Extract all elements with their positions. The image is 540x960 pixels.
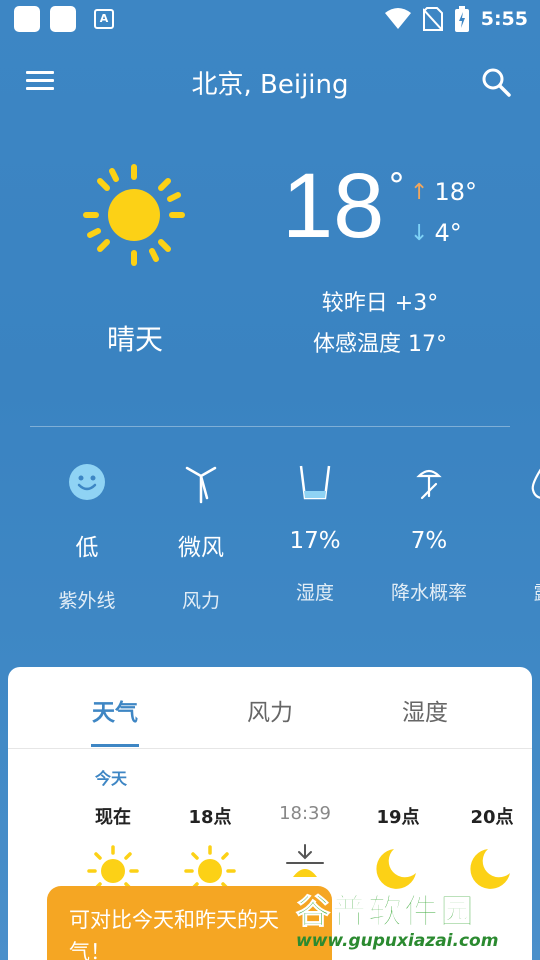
tab-bar: 天气 风力 湿度 [8,667,532,749]
metric-wind: 微风 风力 [144,458,258,613]
status-system: 5:55 [384,6,528,32]
tab-indicator [91,744,139,747]
tab-weather[interactable]: 天气 [45,693,185,727]
tab-humidity[interactable]: 湿度 [355,693,495,727]
watermark-logo: 谷普软件园 www.gupuxiazai.com [296,884,538,954]
metric-uv: 低 紫外线 [30,458,144,613]
metric-humidity: 17% 湿度 [258,458,372,605]
notification-icon [50,6,76,32]
sunset-time-label: 18:39 [279,803,331,824]
hour-label: 现在 [95,807,131,828]
arrow-down-icon: ↓ [410,220,429,246]
water-glass-icon [299,465,331,500]
droplet-icon [531,468,540,499]
hour-label: 18点 [188,807,232,828]
high-temperature: ↑ 18° [410,178,477,206]
no-sim-icon [422,7,443,31]
status-bar: A 5:55 [0,0,540,38]
sun-icon [83,164,185,266]
umbrella-icon [416,469,442,500]
tip-toast[interactable]: 可对比今天和昨天的天气！ [47,886,332,960]
status-notifications: A [14,6,114,32]
wind-turbine-icon [185,466,217,504]
divider [30,426,510,427]
today-label: 今天 [95,769,128,788]
watermark-url: www.gupuxiazai.com [296,931,499,951]
metric-dew: - 露 [486,458,540,605]
arrow-up-icon: ↑ [410,179,429,205]
wifi-icon [384,8,411,29]
battery-icon [454,6,469,32]
smiley-icon [69,464,105,500]
low-temperature: ↓ 4° [410,219,462,247]
condition-text: 晴天 [106,323,163,356]
tab-wind[interactable]: 风力 [200,693,340,727]
search-icon[interactable] [480,66,512,98]
compare-yesterday: 较昨日 +3° [321,291,439,316]
watermark-title: 谷普软件园 [296,892,476,933]
city-title[interactable]: 北京, Beijing [0,64,540,101]
hour-label: 19点 [376,807,420,828]
app-notification-icon: A [94,9,114,29]
degree-symbol: ° [388,166,405,206]
current-temperature: 18 [282,155,385,257]
feels-like: 体感温度 17° [313,332,447,357]
metric-precipitation: 7% 降水概率 [372,458,486,605]
status-time: 5:55 [480,8,528,30]
top-bar: 北京, Beijing [0,52,540,112]
hour-label: 20点 [470,807,514,828]
notification-icon [14,6,40,32]
metrics-row: 低 紫外线 微风 风力 17% 湿度 7% 降水概率 [0,458,540,618]
